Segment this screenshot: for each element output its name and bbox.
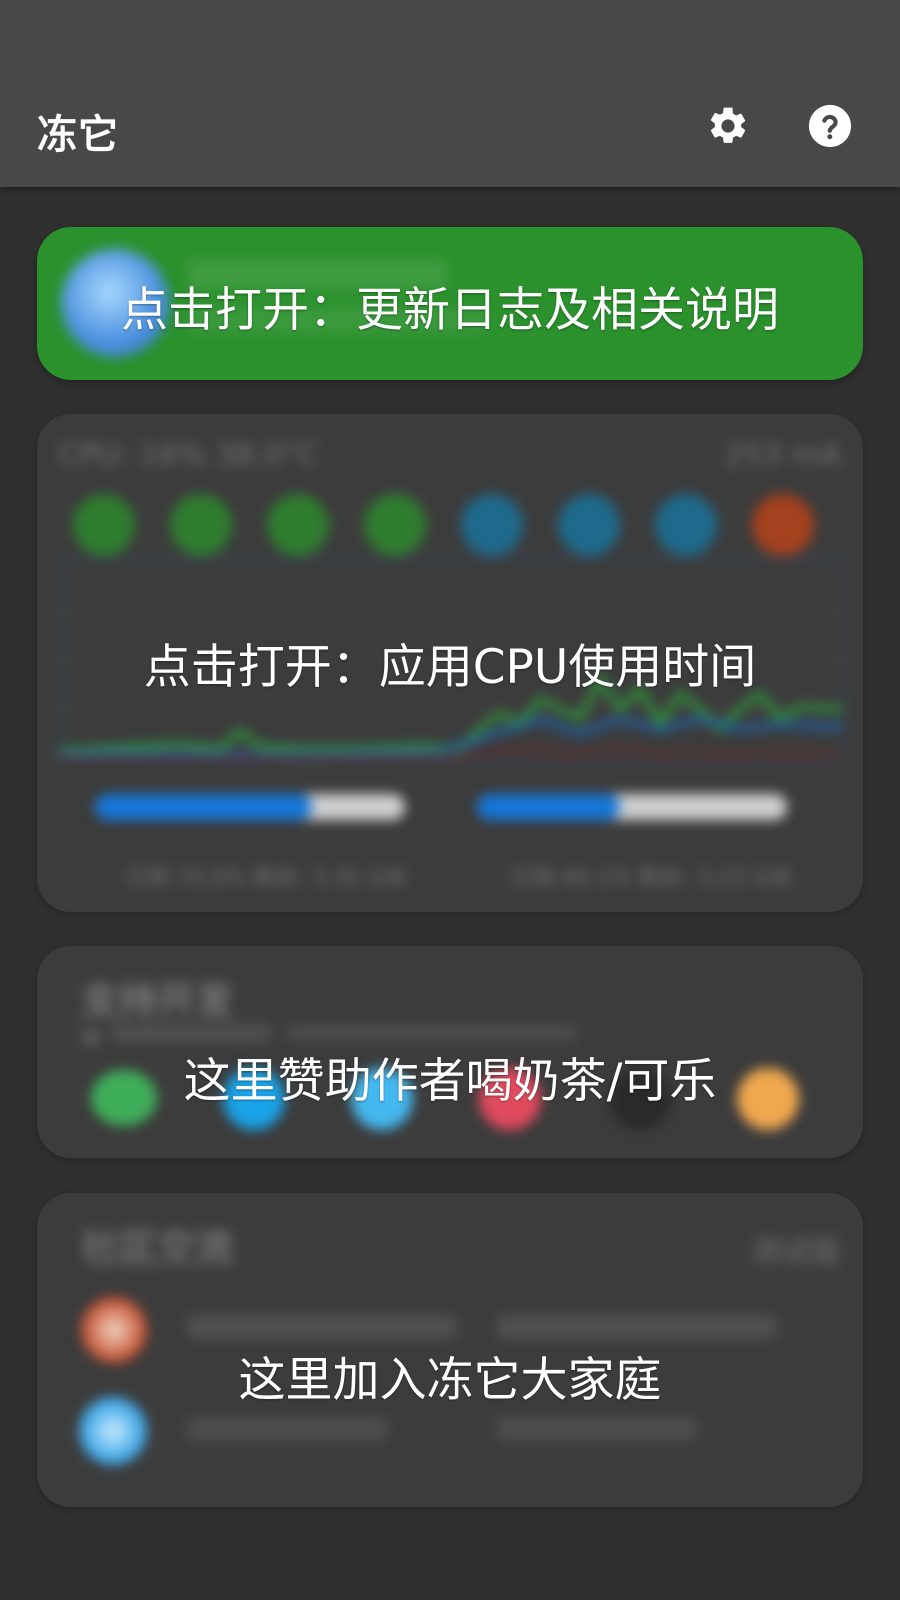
memory-bar-right-fill	[477, 794, 620, 820]
memory-left-text: 已用:70.0% 剩余: 3.35 GiB	[125, 866, 406, 891]
core-indicator	[558, 494, 620, 556]
current-label: 253 mA	[724, 438, 841, 473]
core-indicator	[461, 494, 523, 556]
help-button[interactable]	[807, 103, 853, 149]
memory-bar-left-fill	[95, 794, 312, 820]
community-right-label: 测试版	[751, 1235, 841, 1270]
community-card[interactable]: 社区交流 测试版 这里加入冻它大家庭	[37, 1193, 863, 1507]
core-indicator	[73, 494, 135, 556]
memory-bar-right	[477, 794, 787, 820]
core-indicator	[267, 494, 329, 556]
changelog-card[interactable]: 点击打开：更新日志及相关说明	[37, 227, 863, 380]
core-indicator	[655, 494, 717, 556]
cpu-overlay-text: 点击打开：应用CPU使用时间	[143, 640, 757, 695]
gear-icon	[710, 107, 746, 143]
settings-button[interactable]	[705, 103, 751, 149]
core-indicator	[170, 494, 232, 556]
memory-right-text: 已用:46.1% 剩余: 3.23 GiB	[510, 866, 791, 891]
support-overlay-text: 这里赞助作者喝奶茶/可乐	[183, 1054, 717, 1109]
community-overlay-text: 这里加入冻它大家庭	[238, 1353, 662, 1408]
cpu-usage-card[interactable]: CPU: 16% 38.0°C 253 mA 已用:70.0% 剩余: 3.35	[37, 414, 863, 912]
cpu-label: CPU: 16% 38.0°C	[59, 438, 319, 473]
app-title: 冻它	[37, 112, 119, 158]
community-title: 社区交流	[81, 1226, 234, 1270]
core-indicator	[752, 494, 814, 556]
memory-bar-left	[95, 794, 405, 820]
changelog-overlay-text: 点击打开：更新日志及相关说明	[121, 283, 779, 338]
app-bar: 冻它	[0, 0, 900, 187]
core-indicator	[364, 494, 426, 556]
support-title: 支持开发	[81, 979, 234, 1023]
support-card[interactable]: 支持开发 模 这里赞助作者喝奶茶/可乐	[37, 946, 863, 1158]
help-icon	[808, 104, 852, 148]
